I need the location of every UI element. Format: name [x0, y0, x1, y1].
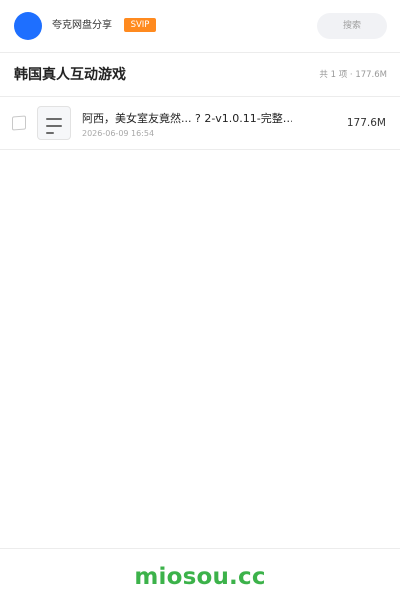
share-page: 夸克网盘分享 SVIP 韩国真人互动游戏 共 1 项 · 177.6M 阿西，美… [0, 0, 400, 600]
document-icon [37, 106, 71, 140]
avatar[interactable] [14, 12, 42, 40]
file-summary: 共 1 项 · 177.6M [319, 70, 387, 80]
footer-bar: miosou.cc [0, 548, 400, 600]
file-name[interactable]: 阿西，美女室友竟然... ? 2-v1.0.11-完整… [82, 111, 292, 126]
user-name: 夸克网盘分享 [52, 20, 112, 31]
search-input[interactable] [317, 13, 387, 39]
title-row: 韩国真人互动游戏 共 1 项 · 177.6M [0, 52, 400, 97]
file-size: 177.6M [346, 117, 386, 129]
file-date: 2026-06-09 16:54 [82, 129, 155, 138]
file-list-item[interactable]: 阿西，美女室友竟然... ? 2-v1.0.11-完整… 2026-06-09 … [0, 97, 400, 150]
page-title: 韩国真人互动游戏 [14, 67, 126, 83]
svip-badge: SVIP [124, 18, 156, 32]
header-bar: 夸克网盘分享 SVIP [0, 0, 400, 53]
site-watermark: miosou.cc [134, 564, 266, 590]
select-checkbox[interactable] [12, 115, 26, 131]
